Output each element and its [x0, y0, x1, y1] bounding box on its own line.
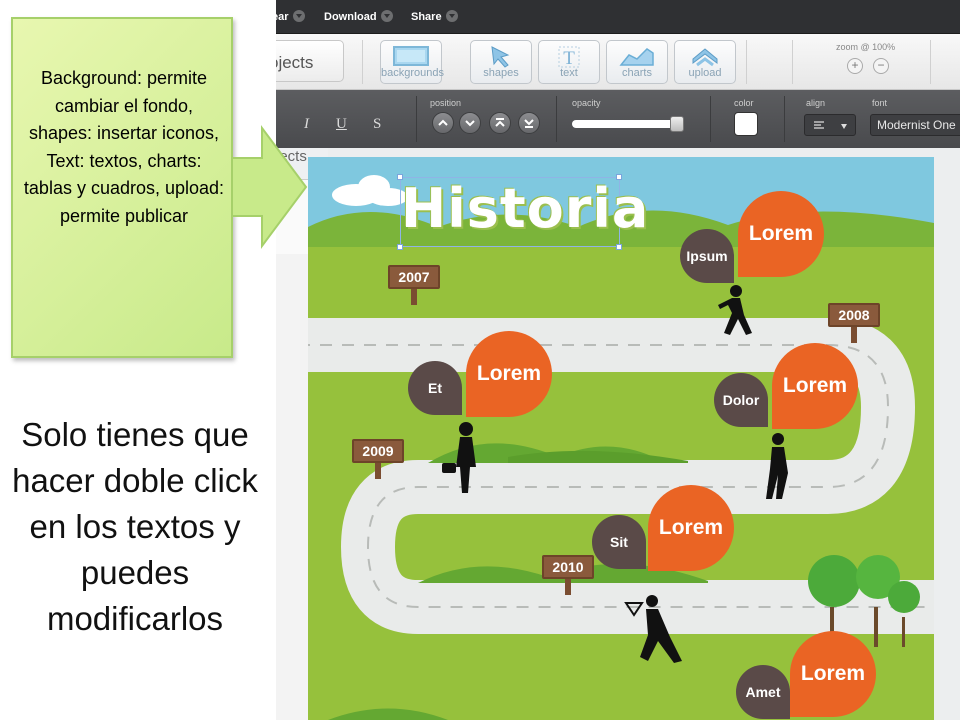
selection-handle[interactable]	[616, 244, 622, 250]
zoom-out-button[interactable]: −	[873, 58, 889, 74]
menu-share[interactable]: Share	[411, 10, 458, 23]
backgrounds-icon	[381, 45, 441, 69]
underline-button[interactable]: U	[336, 116, 347, 133]
send-to-back-button[interactable]	[518, 112, 540, 134]
toolbar-divider	[362, 40, 363, 84]
milestone-word-bubble[interactable]: Ipsum	[680, 229, 734, 283]
arrow-right-icon	[231, 124, 308, 250]
menu-download[interactable]: Download	[324, 10, 393, 23]
insert-toolbar: ojects backgrounds shapes T text charts	[276, 34, 960, 90]
opacity-slider-handle[interactable]	[669, 116, 684, 132]
zoom-label: zoom @ 100%	[836, 42, 896, 52]
format-divider	[710, 96, 711, 142]
align-dropdown[interactable]	[804, 114, 856, 136]
color-label: color	[734, 98, 754, 108]
year-sign[interactable]: 2009	[352, 439, 404, 479]
charts-label: charts	[622, 67, 652, 79]
opacity-slider-track[interactable]	[572, 120, 682, 128]
format-divider	[556, 96, 557, 142]
align-label: align	[806, 98, 826, 108]
infographic-title[interactable]: Historia	[400, 177, 648, 247]
zoom-in-button[interactable]: +	[847, 58, 863, 74]
milestone-lorem-bubble[interactable]: Lorem	[772, 343, 858, 429]
year-sign[interactable]: 2010	[542, 555, 594, 595]
bring-forward-button[interactable]	[432, 112, 454, 134]
shapes-button[interactable]: shapes	[470, 40, 532, 84]
format-bar: I U S position opacity color align font …	[276, 90, 960, 148]
to-bottom-icon	[524, 119, 534, 128]
text-T-icon: T	[539, 45, 599, 69]
upload-button[interactable]: upload	[674, 40, 736, 84]
toolbar-divider	[746, 40, 747, 84]
selection-handle[interactable]	[616, 174, 622, 180]
backgrounds-button[interactable]: backgrounds	[380, 40, 444, 84]
year-sign[interactable]: 2008	[828, 303, 880, 343]
callout-box: Background: permite cambiar el fondo, sh…	[11, 17, 233, 358]
milestone-word-bubble[interactable]: Dolor	[714, 373, 768, 427]
opacity-label: opacity	[572, 98, 601, 108]
shapes-label: shapes	[483, 67, 519, 79]
projects-tab-label: ojects	[276, 53, 314, 72]
strikethrough-button[interactable]: S	[373, 116, 381, 133]
charts-button[interactable]: charts	[606, 40, 668, 84]
menu-share-label: Share	[411, 11, 442, 23]
menu-item-partial[interactable]: ear	[276, 10, 305, 23]
svg-text:T: T	[563, 48, 575, 69]
chevron-down-icon	[445, 10, 458, 22]
arrow-cursor-icon	[471, 45, 531, 69]
milestone-word-bubble[interactable]: Amet	[736, 665, 790, 719]
instructions-text: Solo tienes que hacer doble click en los…	[12, 416, 258, 637]
milestone-lorem-bubble[interactable]: Lorem	[790, 631, 876, 717]
send-backward-button[interactable]	[459, 112, 481, 134]
position-label: position	[430, 98, 462, 108]
milestone-lorem-bubble[interactable]: Lorem	[738, 191, 824, 277]
toolbar-divider	[930, 40, 931, 84]
bring-to-front-button[interactable]	[489, 112, 511, 134]
font-label: font	[872, 98, 888, 108]
toolbar-divider	[792, 40, 793, 84]
chevron-down-icon	[380, 10, 393, 22]
menu-download-label: Download	[324, 11, 377, 23]
year-sign[interactable]: 2007	[388, 265, 440, 305]
selection-handle[interactable]	[397, 244, 403, 250]
backgrounds-label: backgrounds	[381, 67, 444, 79]
chevron-down-icon	[292, 10, 305, 22]
milestone-lorem-bubble[interactable]: Lorem	[648, 485, 734, 571]
to-top-icon	[495, 118, 505, 127]
projects-tab[interactable]: ojects	[276, 40, 344, 82]
format-divider	[784, 96, 785, 142]
selection-handle[interactable]	[397, 174, 403, 180]
chevron-down-icon	[465, 120, 475, 127]
format-divider	[416, 96, 417, 142]
menu-bar: ear Download Share	[276, 0, 960, 34]
milestone-word-bubble[interactable]: Sit	[592, 515, 646, 569]
align-left-icon	[814, 121, 847, 129]
color-swatch[interactable]	[734, 112, 758, 136]
chevron-up-icon	[438, 119, 448, 126]
callout-text: Background: permite cambiar el fondo, sh…	[23, 68, 225, 226]
text-label: text	[560, 67, 578, 79]
font-dropdown[interactable]: Modernist One	[870, 114, 960, 136]
text-button[interactable]: T text	[538, 40, 600, 84]
area-chart-icon	[607, 45, 667, 69]
milestone-word-bubble[interactable]: Et	[408, 361, 462, 415]
upload-chevron-icon	[675, 45, 735, 69]
upload-label: upload	[688, 67, 722, 79]
infographic-canvas[interactable]: Historia 2007 2008 2009 2010 Ipsum Lorem…	[308, 157, 934, 720]
milestone-lorem-bubble[interactable]: Lorem	[466, 331, 552, 417]
